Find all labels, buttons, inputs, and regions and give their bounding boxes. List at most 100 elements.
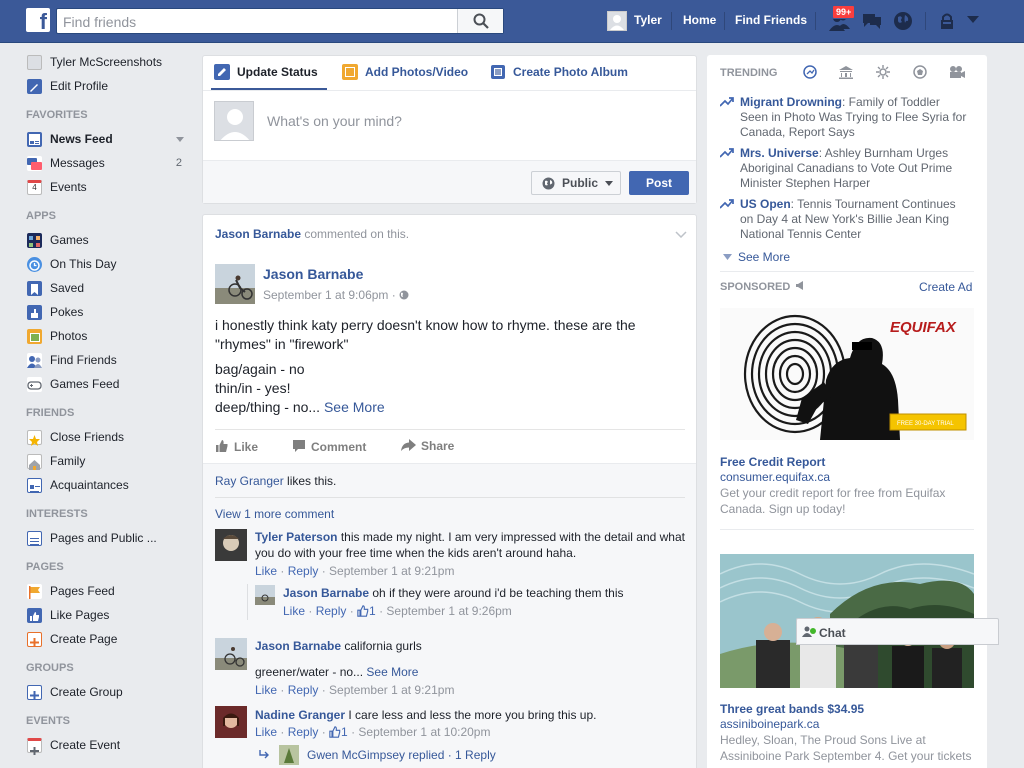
- ad-title-link[interactable]: Three great bands $34.95: [720, 702, 864, 716]
- trending-heading: TRENDING: [720, 67, 778, 79]
- find-friends-link[interactable]: Find Friends: [735, 13, 807, 27]
- author-profile-picture[interactable]: [215, 264, 255, 304]
- see-more-link[interactable]: See More: [324, 399, 385, 415]
- search-input[interactable]: [63, 13, 453, 31]
- trending-see-more[interactable]: See More: [723, 250, 790, 264]
- sidebar-item-label: Saved: [50, 281, 85, 295]
- chat-tab[interactable]: Chat: [796, 618, 999, 645]
- messages-count: 2: [175, 157, 182, 169]
- comment-button[interactable]: Comment: [292, 439, 366, 454]
- sidebar-item-pages-feed[interactable]: Pages Feed: [26, 579, 196, 603]
- author-name-link[interactable]: Jason Barnabe: [263, 266, 363, 282]
- games-icon: [27, 233, 42, 248]
- tab-add-photos-video[interactable]: Add Photos/Video: [365, 65, 468, 79]
- search-button[interactable]: [457, 9, 503, 33]
- ad-title-link[interactable]: Free Credit Report: [720, 455, 825, 469]
- commenter-avatar[interactable]: [215, 529, 247, 561]
- reply-like-link[interactable]: Like: [283, 604, 305, 618]
- status-input[interactable]: What's on your mind?: [267, 113, 402, 129]
- sidebar-item-events[interactable]: 4 Events: [26, 175, 196, 199]
- privacy-selector[interactable]: Public: [531, 171, 621, 195]
- comment-timestamp[interactable]: · September 1 at 9:21pm: [318, 683, 455, 697]
- like-label: Like: [234, 440, 259, 454]
- post-button[interactable]: Post: [629, 171, 689, 195]
- sidebar-item-acquaintances[interactable]: Acquaintances: [26, 473, 196, 497]
- home-link[interactable]: Home: [683, 13, 716, 27]
- chevron-down-icon[interactable]: [675, 231, 687, 238]
- ad-image-equifax[interactable]: EQUIFAX FREE 30-DAY TRIAL: [720, 308, 974, 440]
- sidebar-item-close-friends[interactable]: Close Friends: [26, 425, 196, 449]
- sidebar-item-edit-profile[interactable]: Edit Profile: [26, 74, 196, 98]
- tab-create-photo-album[interactable]: Create Photo Album: [513, 65, 628, 79]
- ad-url-link[interactable]: consumer.equifax.ca: [720, 470, 830, 484]
- comment-reply-link[interactable]: Reply: [288, 564, 319, 578]
- trending-item[interactable]: Migrant Drowning: Family of Toddler Seen…: [720, 95, 970, 140]
- trending-item[interactable]: Mrs. Universe: Ashley Burnham Urges Abor…: [720, 146, 970, 191]
- entertainment-tab-icon[interactable]: [949, 65, 965, 79]
- like-count[interactable]: 1: [369, 604, 376, 618]
- sidebar-item-profile[interactable]: Tyler McScreenshots: [26, 50, 196, 74]
- profile-thumb-icon: [27, 55, 42, 70]
- like-button[interactable]: Like: [215, 439, 258, 454]
- commenter-avatar[interactable]: [215, 638, 247, 670]
- story-action-bar: Like Comment Share: [215, 429, 685, 463]
- politics-tab-icon[interactable]: [838, 65, 854, 79]
- tab-update-status[interactable]: Update Status: [237, 65, 318, 79]
- see-more-link[interactable]: See More: [366, 665, 418, 679]
- post-timestamp[interactable]: September 1 at 9:06pm ·: [263, 288, 409, 302]
- thumbs-up-icon: [216, 440, 228, 452]
- sidebar-item-family[interactable]: Family: [26, 449, 196, 473]
- sidebar-item-on-this-day[interactable]: On This Day: [26, 252, 196, 276]
- trending-tab-icon[interactable]: [803, 65, 817, 79]
- globe-icon[interactable]: [893, 11, 913, 31]
- sports-tab-icon[interactable]: [913, 65, 927, 79]
- comment-like-link[interactable]: Like: [255, 683, 277, 697]
- top-bar: f Tyler Home Find Friends 99+: [0, 0, 1024, 43]
- like-count[interactable]: 1: [341, 725, 348, 739]
- comment-timestamp[interactable]: · September 1 at 9:21pm: [318, 564, 455, 578]
- commenter-name-link[interactable]: Jason Barnabe: [255, 639, 341, 653]
- commenter-name-link[interactable]: Tyler Paterson: [255, 530, 337, 544]
- view-more-comments-link[interactable]: View 1 more comment: [215, 507, 334, 521]
- science-tab-icon[interactable]: [876, 65, 890, 79]
- trending-item[interactable]: US Open: Tennis Tournament Continues on …: [720, 197, 970, 242]
- sidebar-item-pages-public[interactable]: Pages and Public ...: [26, 526, 196, 550]
- header-actor-link[interactable]: Jason Barnabe: [215, 227, 301, 241]
- reply-reply-link[interactable]: Reply: [316, 604, 347, 618]
- facebook-logo[interactable]: f: [26, 8, 50, 32]
- commenter-avatar[interactable]: [215, 706, 247, 738]
- sidebar-item-find-friends[interactable]: Find Friends: [26, 348, 196, 372]
- replier-avatar[interactable]: [255, 585, 275, 605]
- sidebar-item-saved[interactable]: Saved: [26, 276, 196, 300]
- comment-reply-link[interactable]: Reply: [288, 725, 319, 739]
- profile-link[interactable]: Tyler: [634, 13, 662, 27]
- sidebar-item-news-feed[interactable]: News Feed: [26, 127, 196, 151]
- user-avatar[interactable]: [607, 11, 627, 31]
- sidebar-item-games-feed[interactable]: Games Feed: [26, 372, 196, 396]
- sidebar-item-create-group[interactable]: Create Group: [26, 680, 196, 704]
- account-menu-chevron-icon[interactable]: [967, 16, 979, 24]
- ad-url-link[interactable]: assiniboinepark.ca: [720, 717, 819, 731]
- replier-name-link[interactable]: Jason Barnabe: [283, 586, 369, 600]
- sidebar-item-games[interactable]: Games: [26, 228, 196, 252]
- sidebar-item-photos[interactable]: Photos: [26, 324, 196, 348]
- sidebar-item-create-page[interactable]: Create Page: [26, 627, 196, 651]
- sidebar-item-like-pages[interactable]: Like Pages: [26, 603, 196, 627]
- sidebar-item-messages[interactable]: Messages 2: [26, 151, 196, 175]
- messages-icon[interactable]: [861, 11, 883, 31]
- chevron-down-icon[interactable]: [176, 137, 184, 142]
- share-button[interactable]: Share: [401, 439, 454, 453]
- comment-reply-link[interactable]: Reply: [288, 683, 319, 697]
- comment-timestamp[interactable]: · September 1 at 10:20pm: [348, 725, 490, 739]
- privacy-shortcuts-icon[interactable]: [939, 11, 957, 31]
- liker-name-link[interactable]: Ray Granger: [215, 474, 284, 488]
- view-replies-link[interactable]: Gwen McGimpsey replied · 1 Reply: [307, 748, 496, 762]
- replier-avatar[interactable]: [279, 745, 299, 765]
- sidebar-item-pokes[interactable]: Pokes: [26, 300, 196, 324]
- comment-like-link[interactable]: Like: [255, 564, 277, 578]
- sidebar-item-create-event[interactable]: Create Event: [26, 733, 196, 757]
- reply-timestamp[interactable]: · September 1 at 9:26pm: [376, 604, 512, 618]
- create-ad-link[interactable]: Create Ad: [919, 280, 972, 294]
- comment-like-link[interactable]: Like: [255, 725, 277, 739]
- commenter-name-link[interactable]: Nadine Granger: [255, 708, 345, 722]
